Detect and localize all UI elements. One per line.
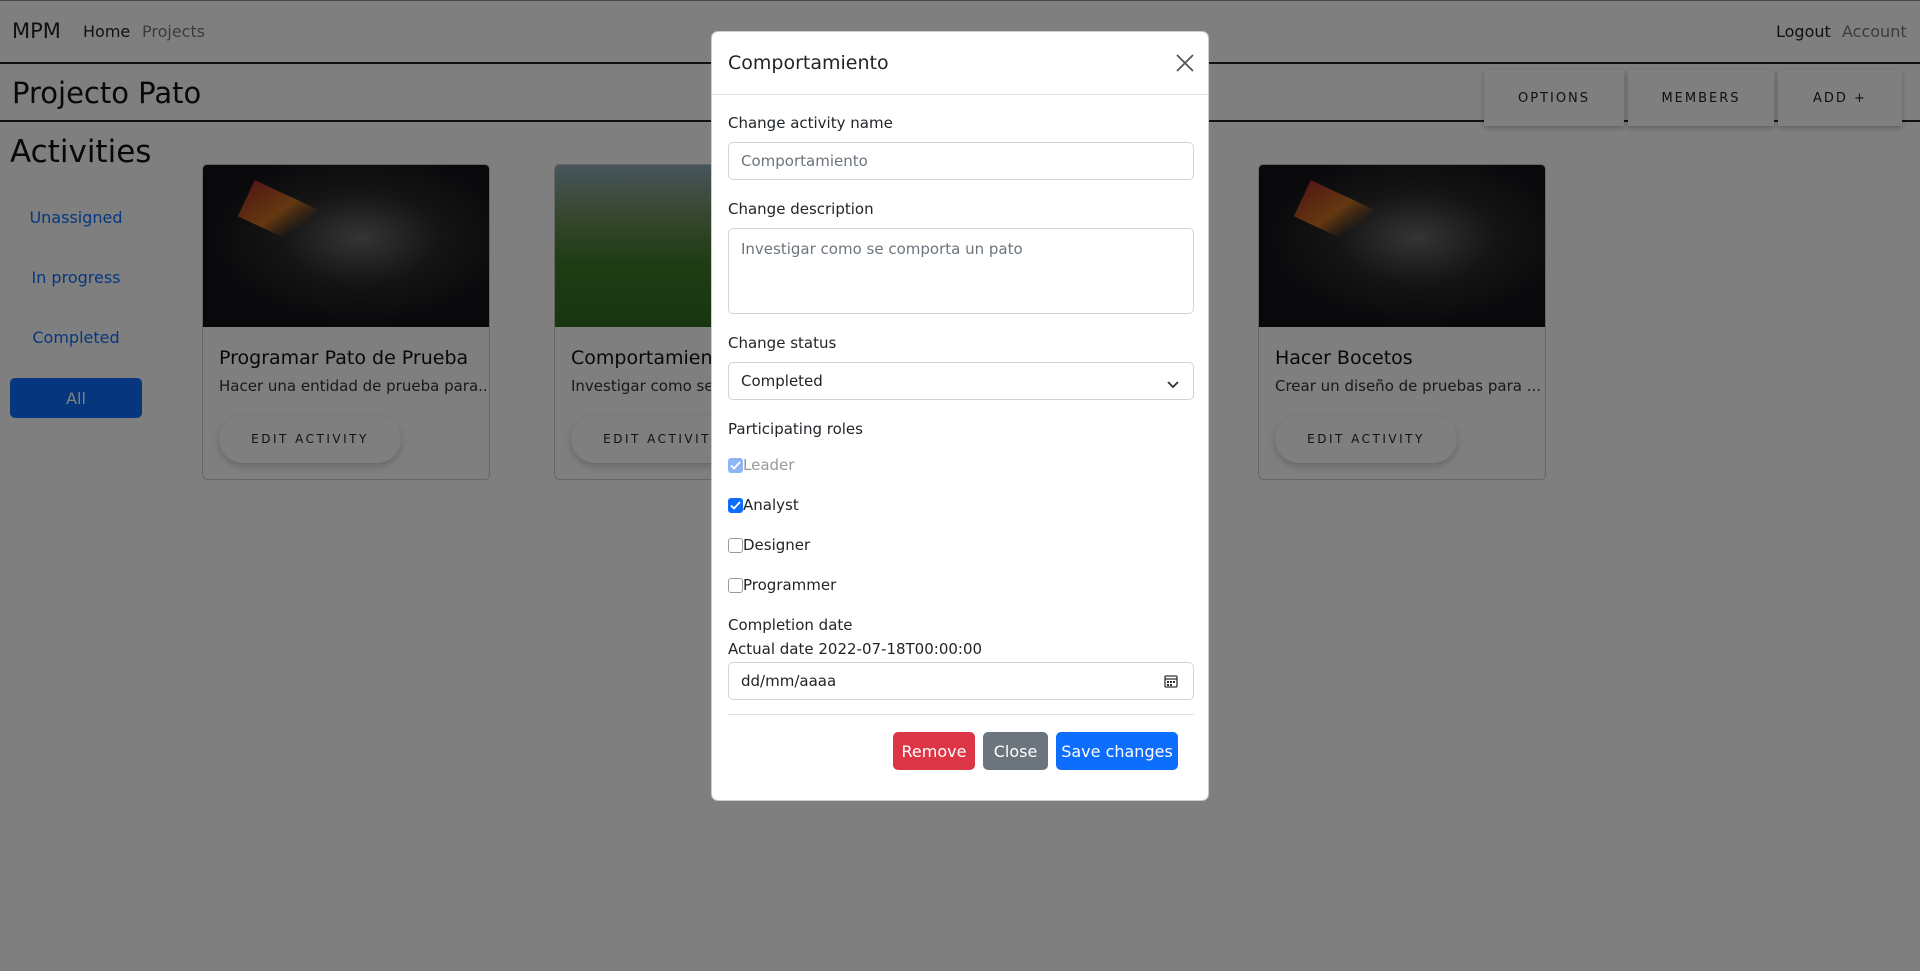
roles-label: Participating roles (728, 420, 863, 438)
status-label: Change status (728, 334, 837, 352)
programmer-label[interactable]: Programmer (743, 576, 836, 594)
modal-header: Comportamiento (712, 32, 1208, 95)
status-value: Completed (741, 372, 823, 390)
role-designer[interactable]: Designer (728, 535, 810, 555)
check-icon (730, 460, 741, 470)
description-textarea[interactable]: Investigar como se comporta un pato (728, 228, 1194, 314)
name-label: Change activity name (728, 114, 893, 132)
leader-label: Leader (743, 456, 795, 474)
actual-date-text: Actual date 2022-07-18T00:00:00 (728, 640, 983, 658)
description-label: Change description (728, 200, 874, 218)
analyst-checkbox[interactable] (728, 497, 743, 513)
close-button[interactable]: Close (983, 732, 1048, 770)
analyst-label[interactable]: Analyst (743, 496, 799, 514)
designer-label[interactable]: Designer (743, 536, 810, 554)
role-analyst[interactable]: Analyst (728, 495, 799, 515)
edit-activity-modal: Comportamiento Change activity name Comp… (711, 31, 1209, 801)
role-leader: Leader (728, 455, 794, 475)
activity-name-input[interactable]: Comportamiento (728, 142, 1194, 180)
programmer-checkbox[interactable] (728, 577, 743, 593)
calendar-icon[interactable] (1163, 673, 1179, 689)
designer-checkbox[interactable] (728, 537, 743, 553)
role-programmer[interactable]: Programmer (728, 575, 836, 595)
remove-button[interactable]: Remove (893, 732, 975, 770)
check-icon (730, 500, 741, 510)
completion-date-label: Completion date (728, 616, 853, 634)
status-select[interactable]: Completed (728, 362, 1194, 400)
date-placeholder: dd/mm/aaaa (741, 672, 837, 690)
modal-title: Comportamiento (728, 52, 889, 74)
close-icon[interactable] (1174, 52, 1196, 74)
footer-divider (728, 714, 1194, 715)
leader-checkbox (728, 457, 743, 473)
completion-date-input[interactable]: dd/mm/aaaa (728, 662, 1194, 700)
chevron-down-icon (1167, 375, 1179, 389)
save-changes-button[interactable]: Save changes (1056, 732, 1178, 770)
